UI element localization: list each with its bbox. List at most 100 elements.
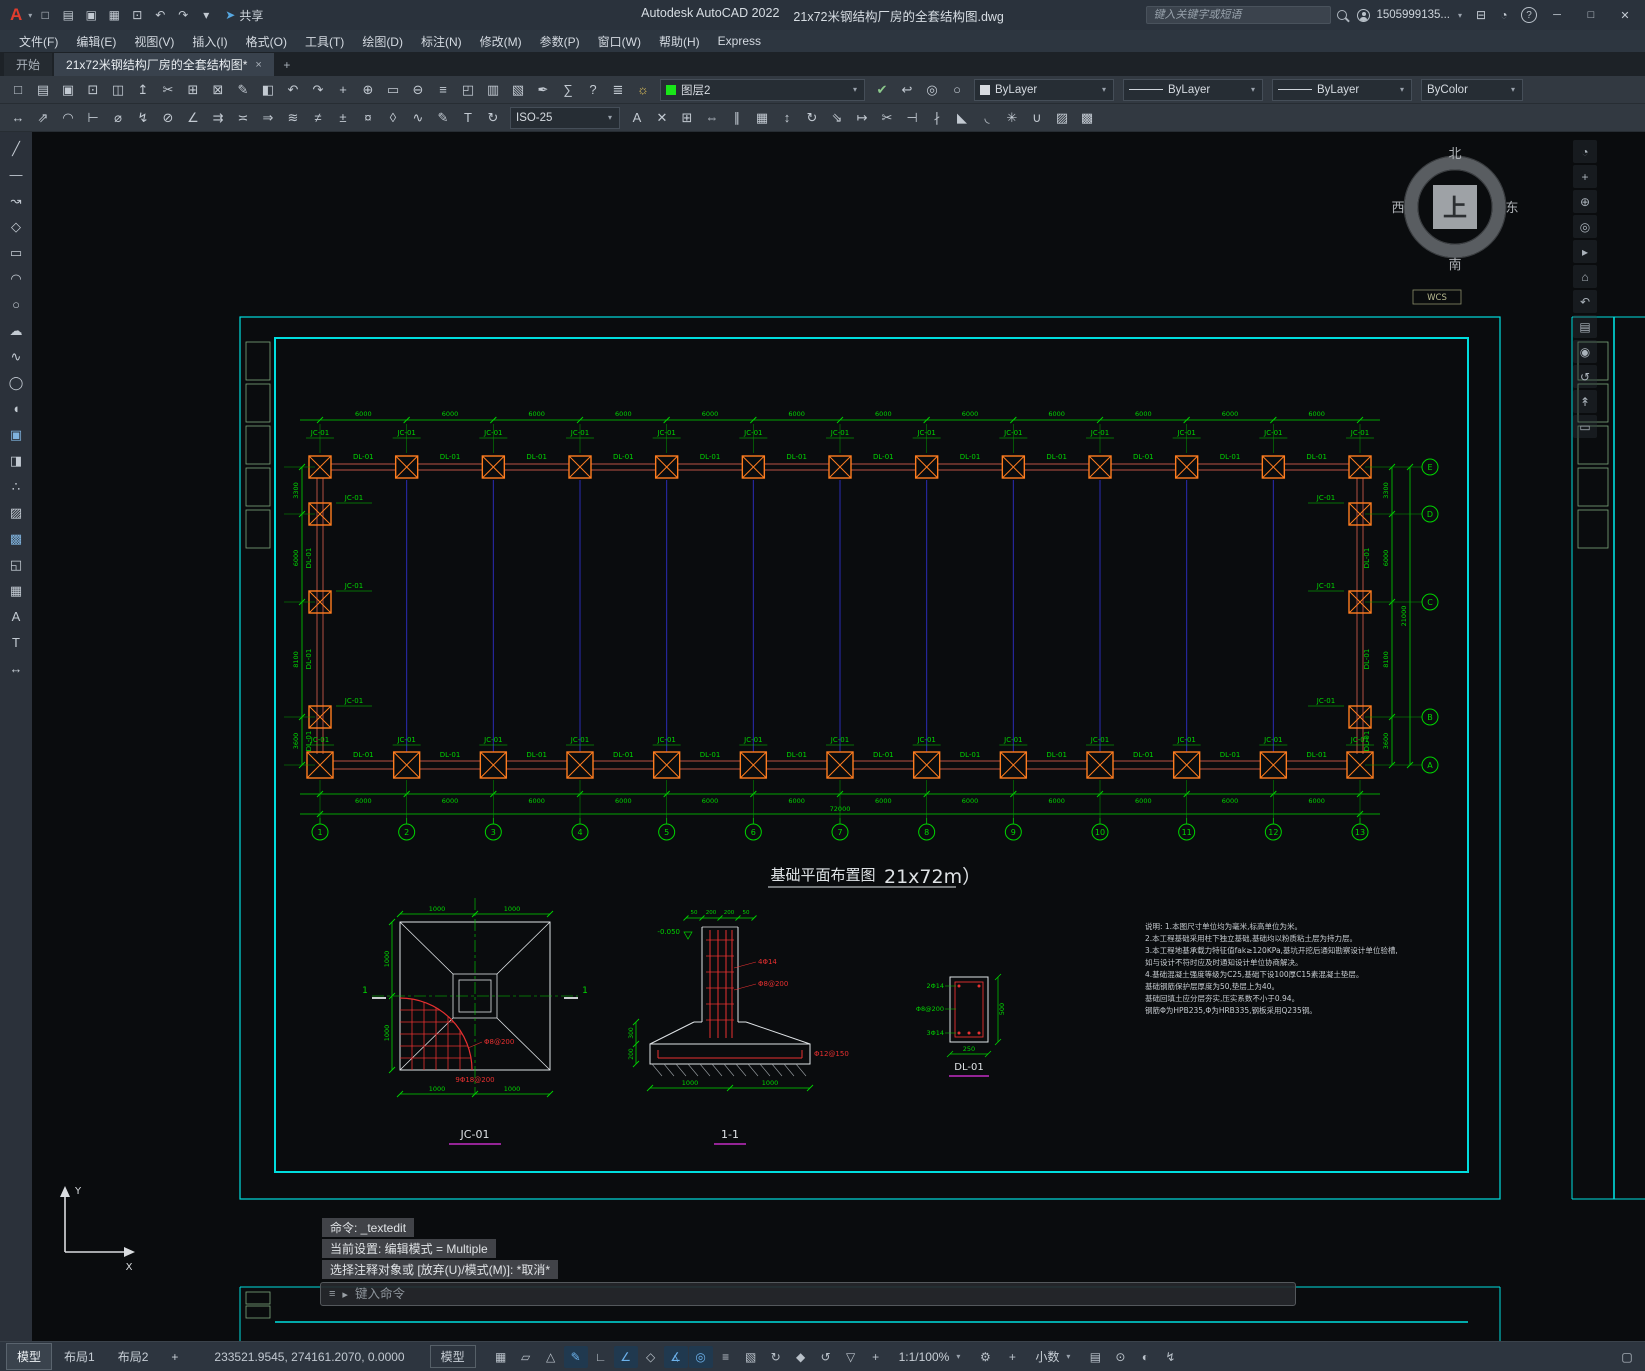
line-tool-icon[interactable]: ╱ [4, 137, 28, 160]
insert-block-icon[interactable]: ▣ [4, 423, 28, 446]
baseline-dimension-icon[interactable]: ≍ [231, 106, 255, 130]
isolate-objects-icon[interactable]: ◐ [1133, 1346, 1157, 1368]
transparency-icon[interactable]: ▧ [739, 1346, 763, 1368]
workspace-switching-icon[interactable]: ⚙ [973, 1346, 997, 1368]
layer-unisolate-icon[interactable]: ○ [945, 78, 969, 102]
rectangle-icon[interactable]: ▭ [4, 241, 28, 264]
isometric-drafting-icon[interactable]: ◇ [639, 1346, 663, 1368]
menu-file[interactable]: 文件(F) [10, 30, 67, 52]
dimension-edit-icon[interactable]: ✎ [431, 106, 455, 130]
annotation-scale-button[interactable]: 1:1/100% ▾ [891, 1348, 971, 1366]
layout-tab-add-layout[interactable]: + [160, 1345, 189, 1369]
aligned-dimension-icon[interactable]: ⇗ [31, 106, 55, 130]
search-input[interactable] [1146, 6, 1332, 24]
revision-cloud-icon[interactable]: ☁ [4, 319, 28, 342]
qnew-icon[interactable]: □ [6, 78, 30, 102]
qnew-icon[interactable]: □ [34, 4, 56, 26]
diameter-dimension-icon[interactable]: ⊘ [156, 106, 180, 130]
layout-tab-layout1[interactable]: 布局1 [53, 1343, 106, 1370]
layout-tab-layout2[interactable]: 布局2 [107, 1343, 160, 1370]
set-current-layer-icon[interactable]: ✔ [870, 78, 894, 102]
zoom-previous-icon[interactable]: ⊖ [406, 78, 430, 102]
selection-filter-icon[interactable]: ▽ [839, 1346, 863, 1368]
quick-properties-icon[interactable]: ▤ [1083, 1346, 1107, 1368]
menu-edit[interactable]: 编辑(E) [67, 30, 125, 52]
3d-object-snap-icon[interactable]: ◆ [789, 1346, 813, 1368]
previous-view-icon[interactable]: ↶ [1573, 290, 1597, 313]
ellipse-icon[interactable]: ◯ [4, 371, 28, 394]
free-orbit-icon[interactable]: ◉ [1573, 340, 1597, 363]
maximize-button[interactable]: □ [1577, 2, 1605, 28]
qsave-icon[interactable]: ▣ [80, 4, 102, 26]
new-tab-button[interactable]: + [276, 53, 298, 76]
search-icon[interactable] [1337, 10, 1348, 20]
menu-express[interactable]: Express [709, 30, 770, 52]
snap-mode-icon[interactable]: ▱ [514, 1346, 538, 1368]
zoom-extents-icon[interactable]: ▭ [1573, 415, 1597, 438]
wcs-chip[interactable]: WCS [1412, 289, 1462, 305]
table-icon[interactable]: ▦ [4, 579, 28, 602]
save-icon[interactable]: ▣ [56, 78, 80, 102]
orbit-icon[interactable]: ◎ [1573, 215, 1597, 238]
tab-active-document[interactable]: 21x72米钢结构厂房的全套结构图* × [54, 53, 274, 76]
hatch-tool-icon[interactable]: ▨ [4, 501, 28, 524]
quick-calc-icon[interactable]: ∑ [556, 78, 580, 102]
view-compass[interactable]: 上 北南 西 东 [1391, 147, 1518, 273]
menu-draw[interactable]: 绘图(D) [353, 30, 412, 52]
center-mark-icon[interactable]: ¤ [356, 106, 380, 130]
copy-icon[interactable]: ⊞ [675, 106, 699, 130]
ortho-mode-icon[interactable]: ∟ [589, 1346, 613, 1368]
dimension-tool-icon[interactable]: ↔ [4, 657, 28, 680]
tab-start[interactable]: 开始 [4, 53, 53, 76]
menu-view[interactable]: 视图(V) [125, 30, 183, 52]
linetype-combo[interactable]: ByLayer ▾ [1123, 78, 1263, 101]
designcenter-icon[interactable]: ◰ [456, 78, 480, 102]
dynamic-input-icon[interactable]: ✎ [563, 1345, 588, 1368]
zoom-window-icon[interactable]: ▭ [381, 78, 405, 102]
selection-cycling-icon[interactable]: ↻ [764, 1346, 788, 1368]
walk-icon[interactable]: ↟ [1573, 390, 1597, 413]
break-icon[interactable]: ∤ [925, 106, 949, 130]
dimension-update-icon[interactable]: ↻ [481, 106, 505, 130]
model-space-button[interactable]: 模型 [429, 1345, 476, 1368]
angular-dimension-icon[interactable]: ∠ [181, 106, 205, 130]
swivel-icon[interactable]: ↺ [1573, 365, 1597, 388]
object-snap-tracking-icon[interactable]: ∡ [663, 1345, 688, 1368]
tolerance-icon[interactable]: ± [331, 106, 355, 130]
units-button[interactable]: 小数 ▾ [1027, 1346, 1080, 1367]
paste-clip-icon[interactable]: ⊠ [206, 78, 230, 102]
close-button[interactable]: ✕ [1611, 2, 1639, 28]
jogged-linear-icon[interactable]: ∿ [406, 106, 430, 130]
spline-icon[interactable]: ∿ [4, 345, 28, 368]
user-avatar-icon[interactable] [1357, 8, 1371, 22]
detail-jc01[interactable]: 1 1 Φ8@200 9Φ18@200 1000 1000 1000 1000 1000 1000… [362, 898, 588, 1145]
fillet-icon[interactable]: ◟ [975, 106, 999, 130]
menu-parametric[interactable]: 参数(P) [531, 30, 589, 52]
plot-icon[interactable]: ⊡ [126, 4, 148, 26]
tab-close-icon[interactable]: × [255, 59, 261, 71]
plotstyle-combo[interactable]: ByColor ▾ [1421, 78, 1523, 101]
dimstyle-combo[interactable]: ISO-25 ▾ [510, 106, 620, 129]
foundation-plan-drawing[interactable]: JC-01 JC-01 JC-01 JC-01 JC-01 JC-01 JC-01 JC-01… [32, 132, 1645, 1341]
zoom-realtime-icon[interactable]: ⊕ [356, 78, 380, 102]
pan-icon[interactable]: + [331, 78, 355, 102]
share-button[interactable]: ➤ 共享 [225, 7, 263, 24]
polar-tracking-icon[interactable]: ∠ [613, 1345, 638, 1368]
command-customize-icon[interactable]: ≡ [329, 1288, 335, 1300]
menu-modify[interactable]: 修改(M) [471, 30, 531, 52]
circle-icon[interactable]: ○ [4, 293, 28, 316]
command-input[interactable] [354, 1287, 1287, 1301]
minimize-button[interactable]: ─ [1543, 2, 1571, 28]
menu-window[interactable]: 窗口(W) [589, 30, 650, 52]
logo-caret-icon[interactable]: ▾ [26, 11, 34, 20]
create-block-icon[interactable]: ◨ [4, 449, 28, 472]
object-color-combo[interactable]: ByLayer ▾ [974, 78, 1114, 101]
layer-states-icon[interactable]: ☼ [631, 78, 655, 102]
qat-customize-caret[interactable]: ▾ [195, 4, 217, 26]
move-icon[interactable]: ↕ [775, 106, 799, 130]
detail-dl01[interactable]: 2Φ14 Φ8@200 3Φ14 500 250 DL-01 [916, 973, 1006, 1077]
continue-dimension-icon[interactable]: ⇒ [256, 106, 280, 130]
text-style-icon[interactable]: A [625, 106, 649, 130]
plot-preview-icon[interactable]: ◫ [106, 78, 130, 102]
named-views-icon[interactable]: ▤ [1573, 315, 1597, 338]
